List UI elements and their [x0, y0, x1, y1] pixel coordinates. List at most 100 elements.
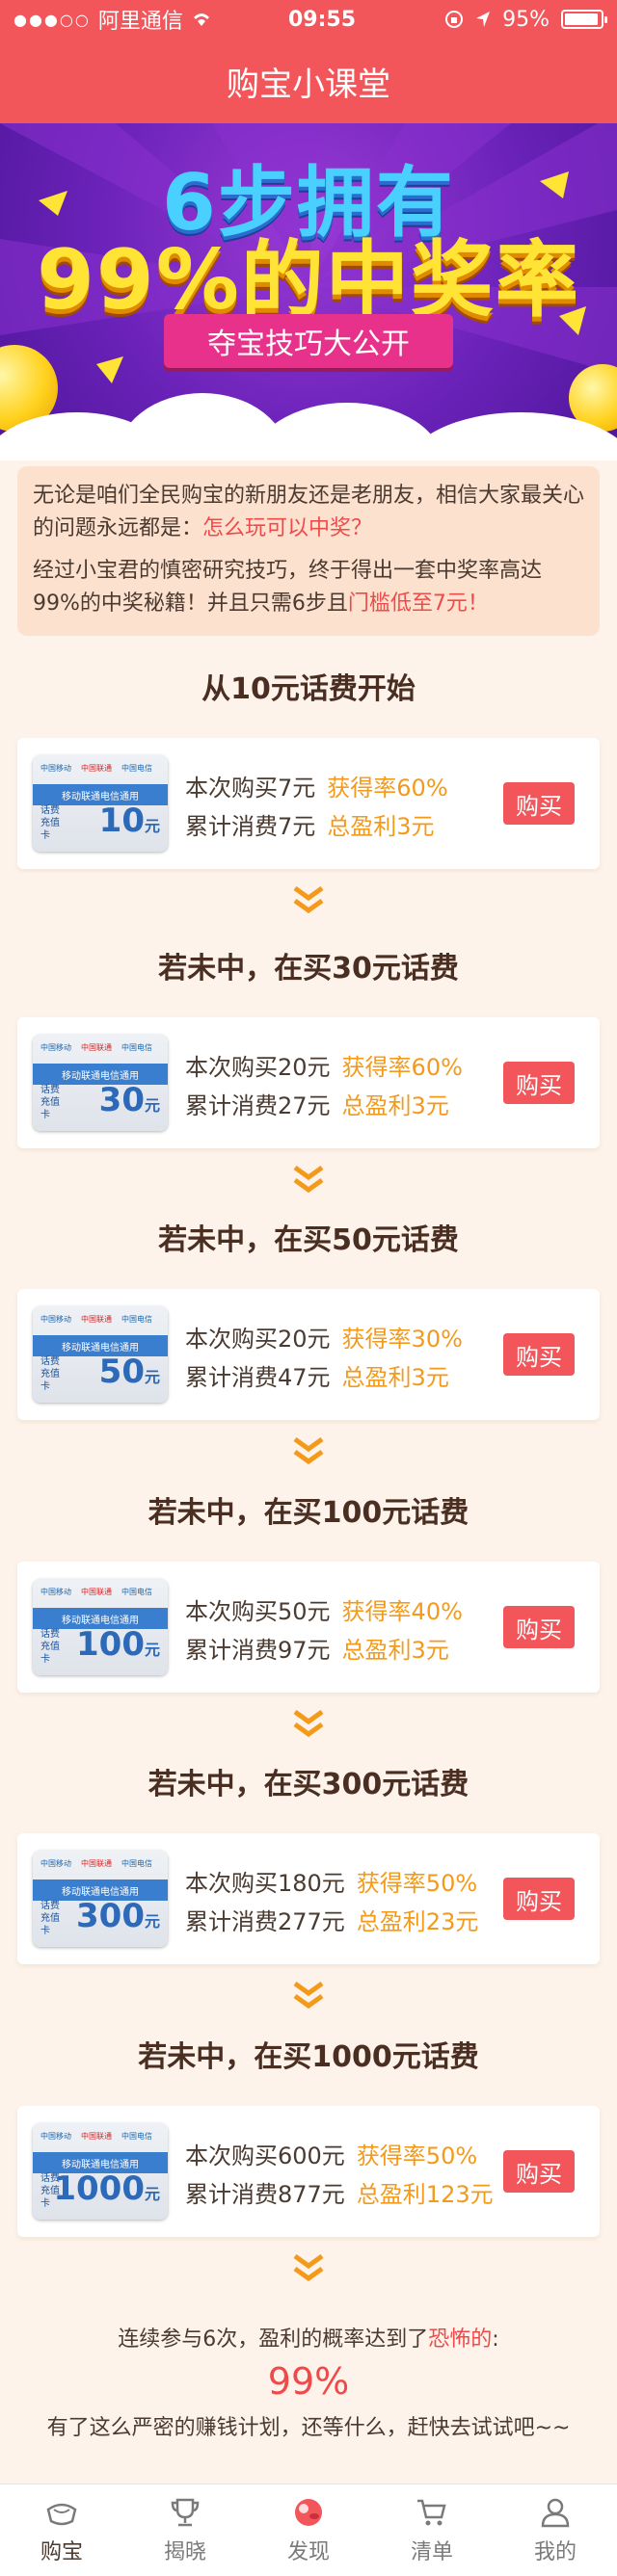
battery-percent: 95%	[502, 7, 550, 32]
summary-line-1: 连续参与6次，盈利的概率达到了恐怖的:	[118, 2327, 499, 2352]
card-amount: 50元	[98, 1353, 160, 1391]
win-rate: 获得率60%	[341, 1054, 463, 1081]
purchase-line: 本次购买600元 获得率50%	[185, 2142, 478, 2169]
step-card: 中国移动 中国联通 中国电信 移动联通电信通用 话费充值卡 1000元 本次购买600元 获得…	[17, 2106, 600, 2237]
bowl-icon	[46, 2503, 77, 2525]
carrier-logos: 中国移动 中国联通 中国电信	[40, 764, 152, 773]
step-title: 若未中，在买300元话费	[148, 1768, 469, 1801]
tab-wo-de[interactable]: 我的	[494, 2484, 617, 2576]
trophy-icon	[171, 2498, 200, 2526]
purchase-line: 本次购买7元 获得率60%	[185, 775, 448, 802]
cumulative-line: 累计消费97元 总盈利3元	[185, 1637, 449, 1664]
carrier-logos: 中国移动 中国联通 中国电信	[40, 1588, 152, 1596]
carrier-name: 阿里通信	[97, 10, 183, 34]
cumulative-line: 累计消费47元 总盈利3元	[185, 1364, 449, 1391]
purchase-line: 本次购买50元 获得率40%	[185, 1598, 463, 1625]
step-card: 中国移动 中国联通 中国电信 移动联通电信通用 话费充值卡 10元 本次购买7元 获得率60%…	[17, 738, 600, 869]
tab-gou-bao[interactable]: 购宝	[0, 2484, 123, 2576]
step-title: 若未中，在买50元话费	[158, 1223, 459, 1257]
chevron-down-icon	[293, 886, 324, 914]
signal-icon: ●●●○○	[13, 10, 91, 29]
win-rate: 获得率30%	[341, 1326, 463, 1353]
summary-percent: 99%	[267, 2360, 350, 2403]
tab-qing-dan[interactable]: 清单	[370, 2484, 494, 2576]
buy-button[interactable]: 购买	[503, 1878, 575, 1920]
phone-card-image: 中国移动 中国联通 中国电信 移动联通电信通用 话费充值卡 100元	[33, 1579, 168, 1675]
step-title: 若未中，在买1000元话费	[138, 2040, 479, 2074]
total-profit: 总盈利123元	[356, 2181, 494, 2208]
purchase-line: 本次购买180元 获得率50%	[185, 1870, 478, 1897]
orientation-lock-icon	[445, 11, 464, 28]
step-card: 中国移动 中国联通 中国电信 移动联通电信通用 话费充值卡 300元 本次购买180元 获得率…	[17, 1833, 600, 1964]
card-amount: 300元	[76, 1897, 160, 1935]
tab-jie-xiao[interactable]: 揭晓	[123, 2484, 247, 2576]
step-card: 中国移动 中国联通 中国电信 移动联通电信通用 话费充值卡 50元 本次购买20元 获得率30…	[17, 1289, 600, 1420]
win-rate: 获得率40%	[341, 1598, 463, 1625]
intro-box: 无论是咱们全民购宝的新朋友还是老朋友，相信大家最关心的问题永远都是：怎么玩可以中…	[17, 466, 600, 636]
card-amount: 100元	[76, 1625, 160, 1664]
total-profit: 总盈利3元	[341, 1092, 449, 1119]
step-card: 中国移动 中国联通 中国电信 移动联通电信通用 话费充值卡 30元 本次购买20元 获得率60…	[17, 1017, 600, 1148]
cumulative-line: 累计消费877元 总盈利123元	[185, 2181, 494, 2208]
phone-card-image: 中国移动 中国联通 中国电信 移动联通电信通用 话费充值卡 1000元	[33, 2123, 168, 2220]
step-card: 中国移动 中国联通 中国电信 移动联通电信通用 话费充值卡 100元 本次购买50元 获得率4…	[17, 1562, 600, 1693]
purchase-line: 本次购买20元 获得率60%	[185, 1054, 463, 1081]
phone-card-image: 中国移动 中国联通 中国电信 移动联通电信通用 话费充值卡 10元	[33, 755, 168, 852]
card-amount: 1000元	[53, 2169, 160, 2208]
step-title: 从10元话费开始	[201, 672, 416, 706]
tab-fa-xian[interactable]: 发现	[247, 2484, 370, 2576]
carrier-logos: 中国移动 中国联通 中国电信	[40, 1043, 152, 1052]
phone-card-image: 中国移动 中国联通 中国电信 移动联通电信通用 话费充值卡 50元	[33, 1306, 168, 1403]
card-label: 话费充值卡	[40, 805, 60, 841]
cart-icon	[417, 2499, 446, 2525]
chevron-down-icon	[293, 2254, 324, 2282]
carrier-logos: 中国移动 中国联通 中国电信	[40, 2132, 152, 2141]
step-title: 若未中，在买100元话费	[148, 1496, 469, 1530]
summary-line-3: 有了这么严密的赚钱计划，还等什么，赶快去试试吧~~	[46, 2416, 571, 2440]
wifi-icon	[193, 13, 209, 26]
chevron-down-icon	[293, 1982, 324, 2010]
total-profit: 总盈利3元	[341, 1364, 449, 1391]
card-amount: 30元	[98, 1081, 160, 1119]
cumulative-line: 累计消费277元 总盈利23元	[185, 1908, 479, 1935]
discover-ball-icon	[295, 2498, 322, 2526]
phone-card-image: 中国移动 中国联通 中国电信 移动联通电信通用 话费充值卡 30元	[33, 1035, 168, 1131]
carrier-logos: 中国移动 中国联通 中国电信	[40, 1859, 152, 1868]
battery-icon	[561, 10, 607, 29]
total-profit: 总盈利3元	[327, 813, 435, 840]
phone-card-image: 中国移动 中国联通 中国电信 移动联通电信通用 话费充值卡 300元	[33, 1851, 168, 1947]
buy-button[interactable]: 购买	[503, 1062, 575, 1104]
win-rate: 获得率50%	[356, 1870, 478, 1897]
status-bar: ●●●○○ 阿里通信 09:55 95%	[0, 0, 617, 39]
card-amount: 10元	[98, 802, 160, 840]
chevron-down-icon	[293, 1166, 324, 1194]
cumulative-line: 累计消费27元 总盈利3元	[185, 1092, 449, 1119]
carrier-logos: 中国移动 中国联通 中国电信	[40, 1315, 152, 1324]
summary: 连续参与6次，盈利的概率达到了恐怖的: 99% 有了这么严密的赚钱计划，还等什么…	[0, 2322, 617, 2441]
card-label: 话费充值卡	[40, 1629, 60, 1665]
banner-ribbon: 夺宝技巧大公开	[164, 314, 453, 368]
intro-paragraph-1: 无论是咱们全民购宝的新朋友还是老朋友，相信大家最关心的问题永远都是：怎么玩可以中…	[33, 484, 585, 540]
chevron-down-icon	[293, 1437, 324, 1465]
user-icon	[541, 2498, 570, 2527]
total-profit: 总盈利23元	[356, 1908, 479, 1935]
page-title: 购宝小课堂	[227, 65, 390, 104]
card-label: 话费充值卡	[40, 1901, 60, 1936]
buy-button[interactable]: 购买	[503, 1606, 575, 1648]
step-title: 若未中，在买30元话费	[158, 952, 459, 986]
tab-bar: 购宝 揭晓 发现 清单 我的	[0, 2484, 617, 2576]
nav-bar: 购宝小课堂	[0, 39, 617, 123]
buy-button[interactable]: 购买	[503, 782, 575, 825]
clock: 09:55	[287, 7, 357, 32]
win-rate: 获得率60%	[327, 775, 448, 802]
buy-button[interactable]: 购买	[503, 2150, 575, 2193]
card-label: 话费充值卡	[40, 1085, 60, 1120]
card-label: 话费充值卡	[40, 1356, 60, 1392]
promo-banner: 6步拥有 99%的中奖率 夺宝技巧大公开	[0, 123, 617, 460]
chevron-down-icon	[293, 1710, 324, 1738]
cumulative-line: 累计消费7元 总盈利3元	[185, 813, 435, 840]
intro-paragraph-2: 经过小宝君的慎密研究技巧，终于得出一套中奖率高达99%的中奖秘籍！并且只需6步且…	[33, 559, 543, 616]
buy-button[interactable]: 购买	[503, 1333, 575, 1376]
total-profit: 总盈利3元	[341, 1637, 449, 1664]
win-rate: 获得率50%	[356, 2142, 478, 2169]
